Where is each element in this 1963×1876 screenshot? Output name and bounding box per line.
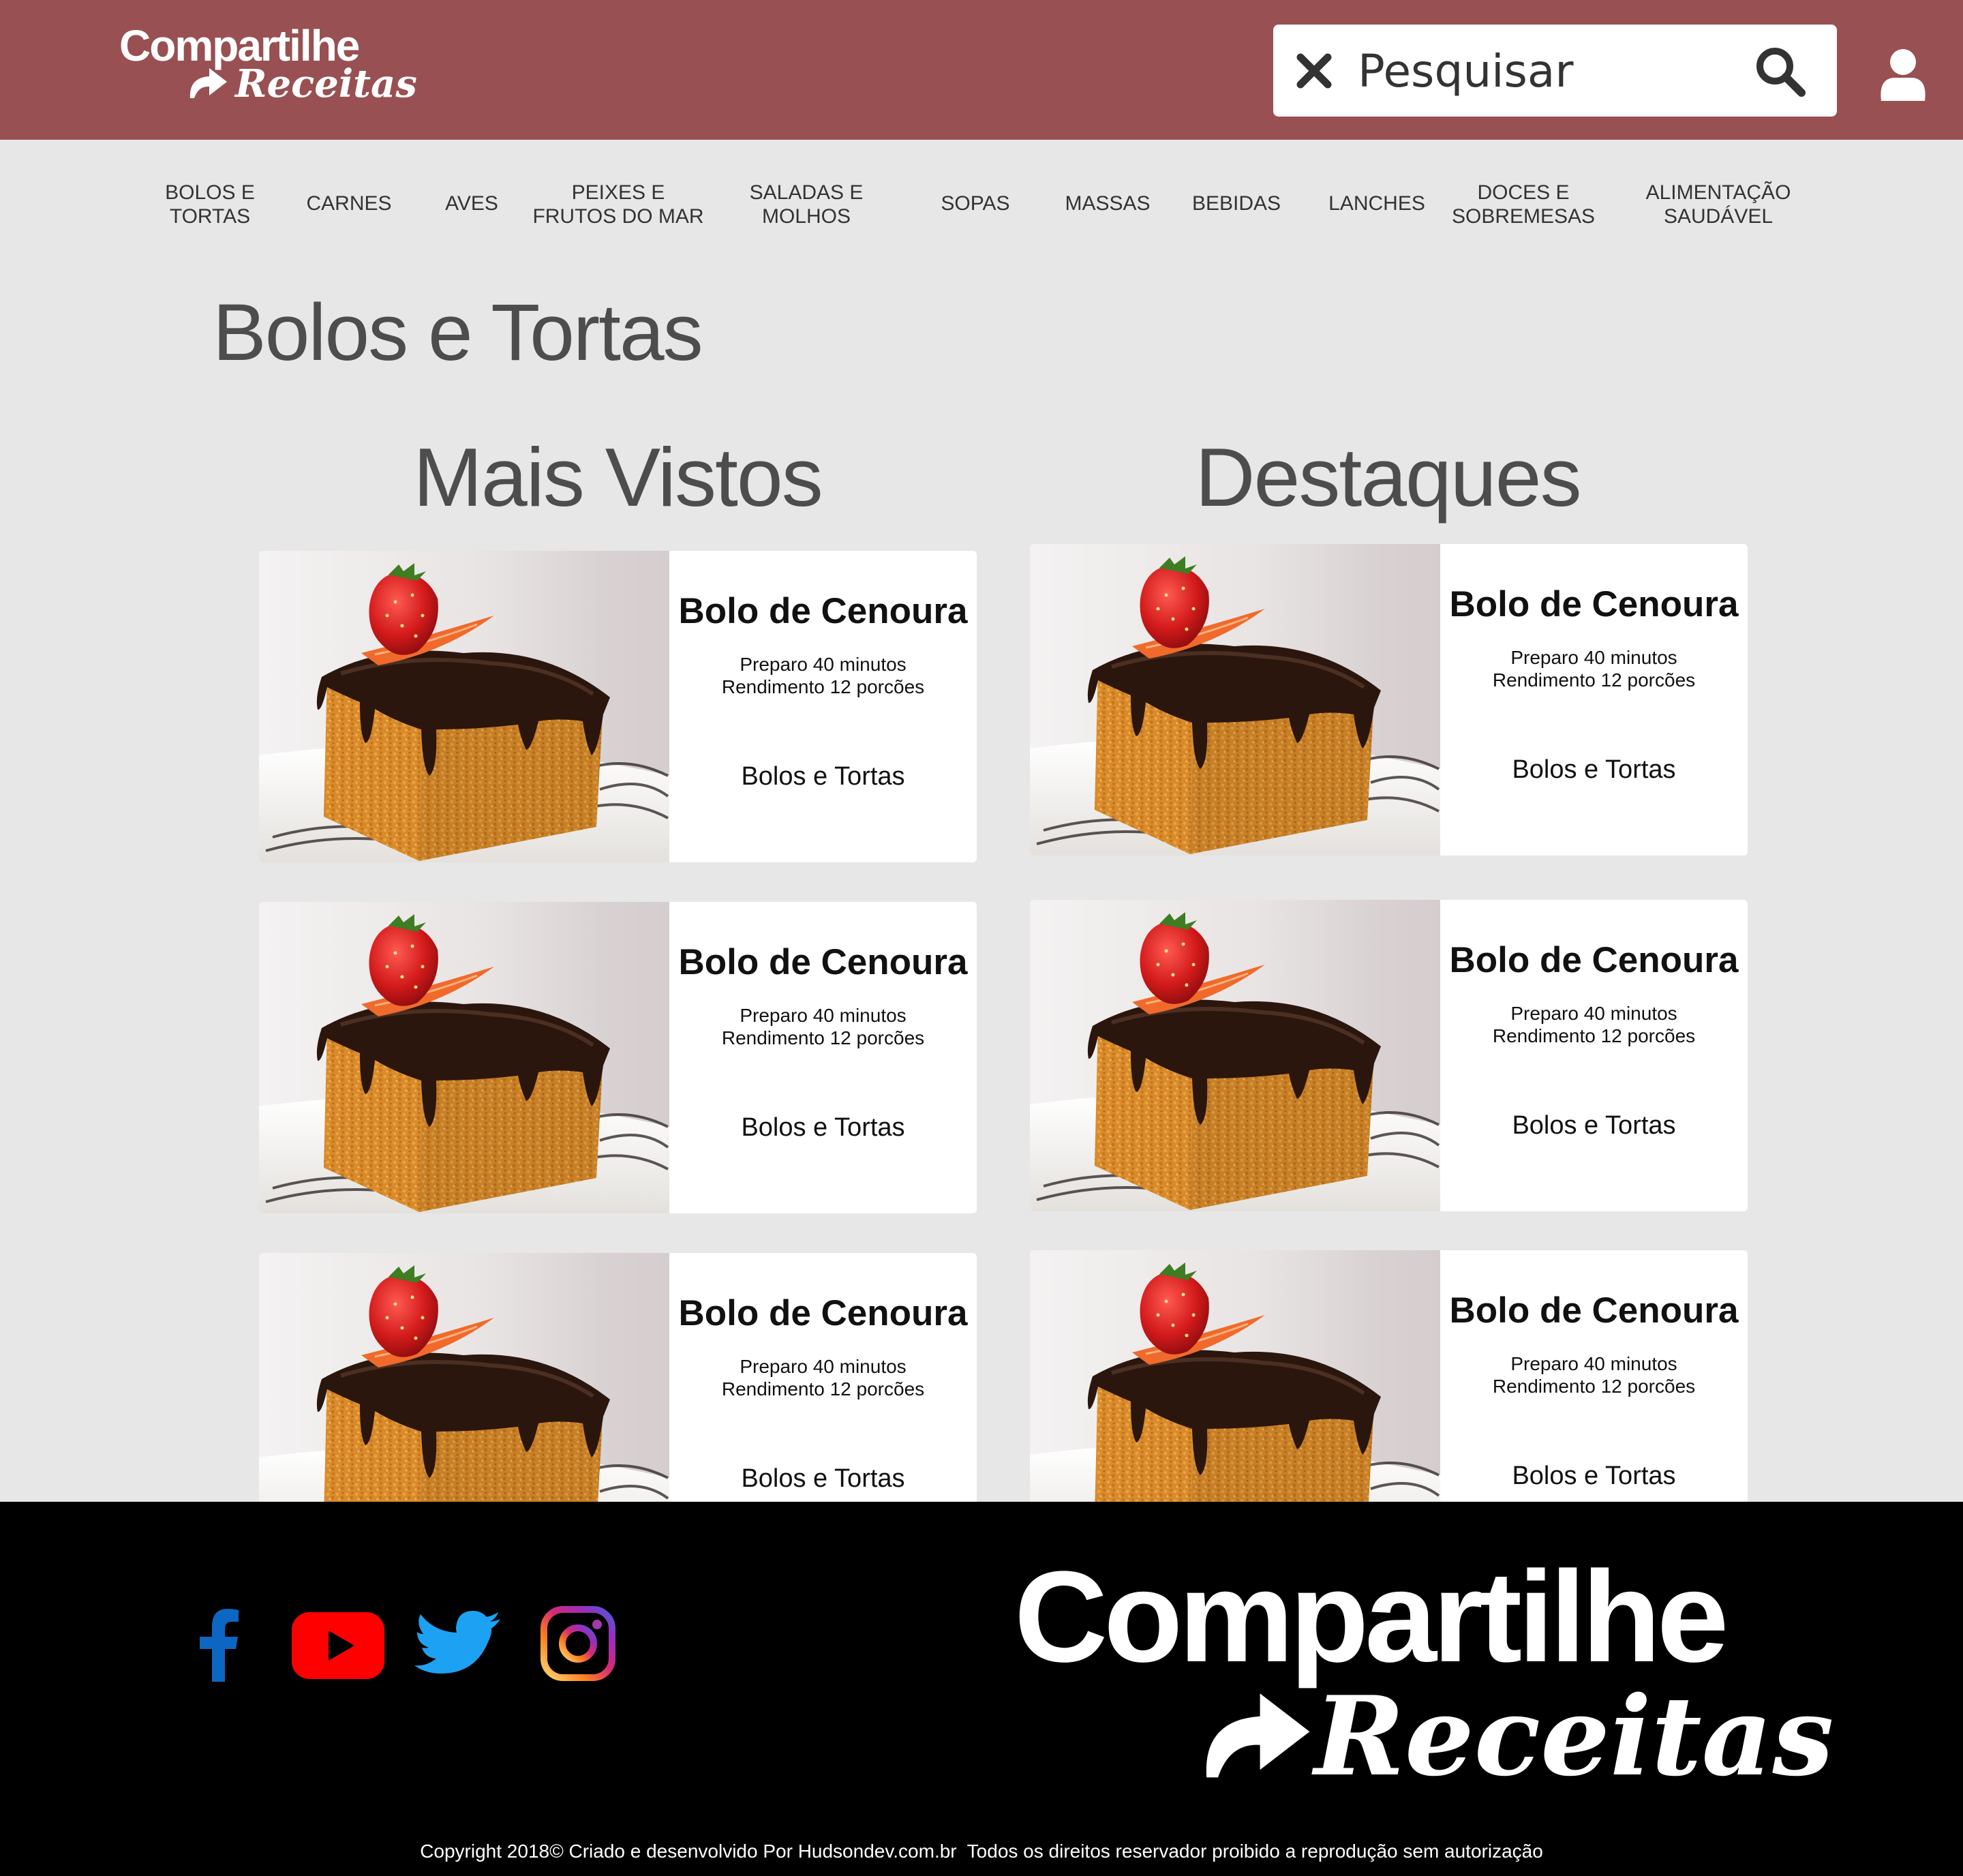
nav-item-massas[interactable]: MASSAS: [1065, 192, 1150, 215]
recipe-prep-time: Preparo 40 minutos: [1510, 647, 1677, 668]
recipe-prep-time: Preparo 40 minutos: [1510, 1003, 1677, 1024]
footer: Compartilhe Receitas Copyright 2018© Cri…: [0, 1502, 1963, 1876]
recipe-image: [1030, 544, 1440, 856]
recipe-image: [1030, 1250, 1440, 1502]
logo-arrow-icon: [1198, 1686, 1314, 1781]
instagram-icon[interactable]: [541, 1606, 615, 1681]
nav-item-alimentacao-saudavel[interactable]: ALIMENTAÇÃO SAUDÁVEL: [1646, 181, 1791, 228]
recipe-meta: Preparo 40 minutos Rendimento 12 porcões: [1440, 646, 1748, 691]
recipe-title: Bolo de Cenoura: [678, 1293, 968, 1333]
category-nav: BOLOS E TORTAS CARNES AVES PEIXES E FRUT…: [0, 140, 1963, 262]
recipe-meta: Preparo 40 minutos Rendimento 12 porcões: [1440, 1352, 1748, 1397]
recipe-card[interactable]: Bolo de Cenoura Preparo 40 minutos Rendi…: [259, 551, 977, 862]
recipe-image: [1030, 900, 1440, 1211]
section-title-mais-vistos: Mais Vistos: [413, 431, 823, 524]
recipe-card[interactable]: Bolo de Cenoura Preparo 40 minutos Rendi…: [1030, 1250, 1748, 1502]
recipe-card[interactable]: Bolo de Cenoura Preparo 40 minutos Rendi…: [259, 1253, 977, 1502]
recipe-yield: Rendimento 12 porcões: [1492, 1376, 1696, 1397]
recipe-card-body: Bolo de Cenoura Preparo 40 minutos Rendi…: [1440, 900, 1748, 1211]
recipe-title: Bolo de Cenoura: [678, 942, 968, 982]
recipe-category: Bolos e Tortas: [1512, 1111, 1676, 1140]
recipe-image: [259, 902, 669, 1213]
twitter-icon[interactable]: [414, 1611, 500, 1682]
section-title-destaques: Destaques: [1195, 431, 1581, 524]
recipe-yield: Rendimento 12 porcões: [721, 1378, 925, 1400]
logo-text-receitas: Receitas: [1314, 1672, 1834, 1800]
recipe-prep-time: Preparo 40 minutos: [740, 654, 907, 675]
recipe-prep-time: Preparo 40 minutos: [740, 1005, 907, 1026]
recipe-card[interactable]: Bolo de Cenoura Preparo 40 minutos Rendi…: [1030, 544, 1748, 856]
destaques-list: Bolo de Cenoura Preparo 40 minutos Rendi…: [1030, 544, 1749, 1502]
recipe-card-body: Bolo de Cenoura Preparo 40 minutos Rendi…: [669, 902, 977, 1213]
search-input[interactable]: [1356, 40, 1741, 102]
nav-item-lanches[interactable]: LANCHES: [1328, 192, 1425, 215]
recipe-card-body: Bolo de Cenoura Preparo 40 minutos Rendi…: [669, 1253, 977, 1502]
facebook-icon[interactable]: [198, 1608, 240, 1682]
nav-item-doces-e-sobremesas[interactable]: DOCES E SOBREMESAS: [1452, 181, 1595, 228]
search-icon[interactable]: [1754, 45, 1806, 97]
recipe-image: [259, 551, 669, 862]
recipe-category: Bolos e Tortas: [741, 762, 905, 791]
recipe-prep-time: Preparo 40 minutos: [740, 1356, 907, 1377]
recipe-image: [259, 1253, 669, 1502]
recipe-yield: Rendimento 12 porcões: [721, 1027, 925, 1048]
nav-item-sopas[interactable]: SOPAS: [941, 192, 1009, 215]
recipe-yield: Rendimento 12 porcões: [1492, 669, 1696, 691]
header: Compartilhe Receitas: [0, 0, 1963, 140]
recipe-card-body: Bolo de Cenoura Preparo 40 minutos Rendi…: [1440, 544, 1748, 856]
recipe-meta: Preparo 40 minutos Rendimento 12 porcões: [1440, 1002, 1748, 1047]
recipe-title: Bolo de Cenoura: [1449, 1290, 1739, 1331]
recipe-meta: Preparo 40 minutos Rendimento 12 porcões: [669, 1004, 977, 1049]
nav-item-aves[interactable]: AVES: [445, 192, 498, 215]
logo-text-compartilhe: Compartilhe: [1014, 1545, 1729, 1689]
site-logo[interactable]: Compartilhe Receitas: [119, 20, 417, 109]
nav-item-saladas-e-molhos[interactable]: SALADAS E MOLHOS: [750, 181, 864, 228]
recipe-yield: Rendimento 12 porcões: [721, 676, 925, 697]
nav-item-carnes[interactable]: CARNES: [306, 192, 391, 215]
copyright-text: Copyright 2018© Criado e desenvolvido Po…: [420, 1841, 1543, 1862]
page-title: Bolos e Tortas: [213, 288, 703, 378]
recipe-yield: Rendimento 12 porcões: [1492, 1025, 1696, 1046]
close-icon[interactable]: [1294, 50, 1335, 91]
recipe-card[interactable]: Bolo de Cenoura Preparo 40 minutos Rendi…: [1030, 900, 1748, 1211]
mais-vistos-list: Bolo de Cenoura Preparo 40 minutos Rendi…: [259, 551, 978, 1502]
recipe-prep-time: Preparo 40 minutos: [1510, 1353, 1677, 1374]
user-icon[interactable]: [1878, 49, 1928, 101]
recipe-title: Bolo de Cenoura: [1449, 584, 1739, 624]
search-box: [1273, 25, 1837, 117]
recipe-category: Bolos e Tortas: [741, 1464, 905, 1493]
logo-arrow-icon: [187, 65, 228, 100]
recipe-title: Bolo de Cenoura: [1449, 940, 1739, 980]
recipe-category: Bolos e Tortas: [1512, 755, 1676, 784]
logo-text-receitas: Receitas: [235, 61, 417, 106]
nav-item-bolos-e-tortas[interactable]: BOLOS E TORTAS: [165, 181, 255, 228]
recipe-category: Bolos e Tortas: [741, 1113, 905, 1142]
recipe-title: Bolo de Cenoura: [678, 591, 968, 631]
recipe-category: Bolos e Tortas: [1512, 1462, 1676, 1490]
recipe-card-body: Bolo de Cenoura Preparo 40 minutos Rendi…: [669, 551, 977, 862]
nav-item-bebidas[interactable]: BEBIDAS: [1192, 192, 1281, 215]
nav-item-peixes-e-frutos-do-mar[interactable]: PEIXES E FRUTOS DO MAR: [532, 181, 703, 228]
recipe-meta: Preparo 40 minutos Rendimento 12 porcões: [669, 653, 977, 698]
recipe-card[interactable]: Bolo de Cenoura Preparo 40 minutos Rendi…: [259, 902, 977, 1213]
recipe-meta: Preparo 40 minutos Rendimento 12 porcões: [669, 1355, 977, 1400]
footer-logo[interactable]: Compartilhe Receitas: [1014, 1543, 1833, 1800]
recipe-card-body: Bolo de Cenoura Preparo 40 minutos Rendi…: [1440, 1250, 1748, 1502]
youtube-icon[interactable]: [292, 1612, 384, 1679]
